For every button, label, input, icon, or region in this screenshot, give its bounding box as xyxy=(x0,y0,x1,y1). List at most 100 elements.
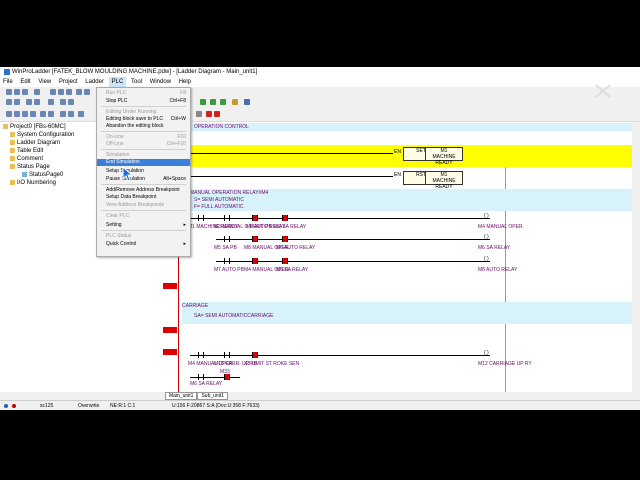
menu-item-pause-simulation[interactable]: Pause Simulation Alt+Space xyxy=(97,176,190,183)
tree-label: StatusPage0 xyxy=(29,172,64,179)
inverse-coil-icon[interactable] xyxy=(48,111,54,117)
paste-icon[interactable] xyxy=(66,89,72,95)
contact-m1[interactable] xyxy=(198,215,204,221)
cut-icon[interactable] xyxy=(50,89,56,95)
menu-item-shortcut: F8 xyxy=(180,90,186,96)
tree-status-page[interactable]: Status Page xyxy=(10,164,50,171)
online-icon[interactable] xyxy=(200,99,206,105)
status-info: U:156 F:20867 S:A (Doc:U:358 F:7633) xyxy=(172,403,260,409)
properties-icon[interactable] xyxy=(244,99,250,105)
menu-item-stop-plc[interactable]: Stop PLC Ctrl+F8 xyxy=(97,98,190,105)
undo-icon[interactable] xyxy=(76,89,82,95)
tree-ladder-diagram[interactable]: Ladder Diagram xyxy=(10,140,60,147)
rung-marker xyxy=(163,283,177,289)
contact-m6-c[interactable] xyxy=(282,258,288,264)
vertical-line-icon[interactable] xyxy=(68,111,74,117)
menu-item-end-simulation[interactable]: End Simulation xyxy=(97,159,190,166)
contact-m6-d[interactable] xyxy=(198,374,204,380)
contact-m8[interactable] xyxy=(252,215,258,221)
contact-m7[interactable] xyxy=(224,258,230,264)
menu-file[interactable]: File xyxy=(0,77,16,87)
contact-nc-icon[interactable] xyxy=(14,111,20,117)
menu-ladder[interactable]: Ladder xyxy=(82,77,107,87)
tree-label: Comment xyxy=(17,156,44,163)
horizontal-line-icon[interactable] xyxy=(60,111,66,117)
zoom-out-icon[interactable] xyxy=(34,99,40,105)
stop-icon[interactable] xyxy=(68,99,74,105)
contact-rise-icon[interactable] xyxy=(22,111,28,117)
menu-item-label: Add/Remove Address Breakpoint xyxy=(106,187,180,193)
tree-system-configuration[interactable]: System Configuration xyxy=(10,132,74,139)
tree-label: Status Page xyxy=(17,164,50,171)
tree-table-edit[interactable]: Table Edit xyxy=(10,148,43,155)
menu-item-label: PLC Status xyxy=(106,233,132,239)
tab-main-unit1[interactable]: Main_unit1 xyxy=(165,392,198,400)
menu-item-editing-block-save-to-plc[interactable]: Editing block save to PLC Ctrl+W xyxy=(97,116,190,123)
contact-m13[interactable] xyxy=(224,352,230,358)
menu-item-label: Editing Under Running xyxy=(106,109,157,115)
contact-m5[interactable] xyxy=(224,236,230,242)
coil-symbol: ( ) xyxy=(484,350,489,356)
tree-comment[interactable]: Comment xyxy=(10,156,43,163)
contact-m4[interactable] xyxy=(252,258,258,264)
menu-item-abandon-the-editing-block[interactable]: Abandon the editing block xyxy=(97,123,190,130)
contact-m6-b[interactable] xyxy=(282,236,288,242)
menu-edit[interactable]: Edit xyxy=(17,77,33,87)
menu-item-clear-plc: Clear PLC xyxy=(97,213,190,220)
section-note: S= SEMI AUTOMATIC xyxy=(194,197,244,203)
tree-status-page0[interactable]: StatusPage0 xyxy=(22,172,63,179)
menu-item-label: Off-Line xyxy=(106,141,124,147)
unit-tabs: Main_unit1 Sub_unit1 xyxy=(165,392,228,400)
find-icon[interactable] xyxy=(6,99,12,105)
window-title: WinProLadder [FATEK_BLOW MOULDING MACHIN… xyxy=(12,69,258,75)
menu-item-setting[interactable]: Setting ▸ xyxy=(97,222,190,229)
status-mode: Overwrite xyxy=(78,403,100,409)
print-icon[interactable] xyxy=(34,89,40,95)
menu-item-add-remove-address-breakpoint[interactable]: Add/Remove Address Breakpoint xyxy=(97,187,190,194)
download-icon[interactable] xyxy=(210,99,216,105)
menu-project[interactable]: Project xyxy=(56,77,81,87)
menu-item-label: On-Line xyxy=(106,134,124,140)
save-icon[interactable] xyxy=(22,89,28,95)
contact-no-icon[interactable] xyxy=(6,111,12,117)
contact-m8-b[interactable] xyxy=(252,236,258,242)
zoom-in-icon[interactable] xyxy=(26,99,32,105)
menu-item-quick-control[interactable]: Quick Control ▸ xyxy=(97,241,190,248)
contact-m6[interactable] xyxy=(282,215,288,221)
function-icon[interactable] xyxy=(78,111,84,117)
insert-row-icon[interactable] xyxy=(196,111,202,117)
replace-icon[interactable] xyxy=(14,99,20,105)
menu-item-setup-data-breakpoint[interactable]: Setup Data Breakpoint xyxy=(97,194,190,201)
menu-separator xyxy=(101,106,186,107)
menu-item-label: Setup Data Breakpoint xyxy=(106,194,157,200)
delete-icon[interactable] xyxy=(206,111,212,117)
delete-row-icon[interactable] xyxy=(214,111,220,117)
menu-help[interactable]: Help xyxy=(176,77,194,87)
menu-window[interactable]: Window xyxy=(147,77,174,87)
menu-item-label: Clear PLC xyxy=(106,213,130,219)
open-icon[interactable] xyxy=(14,89,20,95)
contact-x3[interactable] xyxy=(252,352,258,358)
coil-symbol: ( ) xyxy=(484,213,489,219)
menu-item-label: End Simulation xyxy=(106,159,140,165)
tree-project[interactable]: Project0 [FBs-60MC] xyxy=(3,124,66,131)
tree-io-numbering[interactable]: I/O Numbering xyxy=(10,180,56,187)
contact-fall-icon[interactable] xyxy=(30,111,36,117)
copy-icon[interactable] xyxy=(58,89,64,95)
rst-coil-box[interactable]: M1 MACHINE READY xyxy=(425,171,463,190)
new-icon[interactable] xyxy=(6,89,12,95)
upload-icon[interactable] xyxy=(220,99,226,105)
menu-plc[interactable]: PLC xyxy=(108,77,127,87)
compile-icon[interactable] xyxy=(232,99,238,105)
contact-m3[interactable] xyxy=(224,215,230,221)
menu-item-setup-simulation[interactable]: Setup Simulation xyxy=(97,168,190,175)
set-coil-box[interactable]: M1 MACHINE READY xyxy=(425,147,463,166)
run-icon[interactable] xyxy=(60,99,66,105)
monitor-icon[interactable] xyxy=(48,99,54,105)
contact-m4-c[interactable] xyxy=(198,352,204,358)
tab-sub-unit1[interactable]: Sub_unit1 xyxy=(197,392,228,400)
redo-icon[interactable] xyxy=(84,89,90,95)
menu-tool[interactable]: Tool xyxy=(128,77,145,87)
coil-icon[interactable] xyxy=(40,111,46,117)
menu-view[interactable]: View xyxy=(35,77,54,87)
